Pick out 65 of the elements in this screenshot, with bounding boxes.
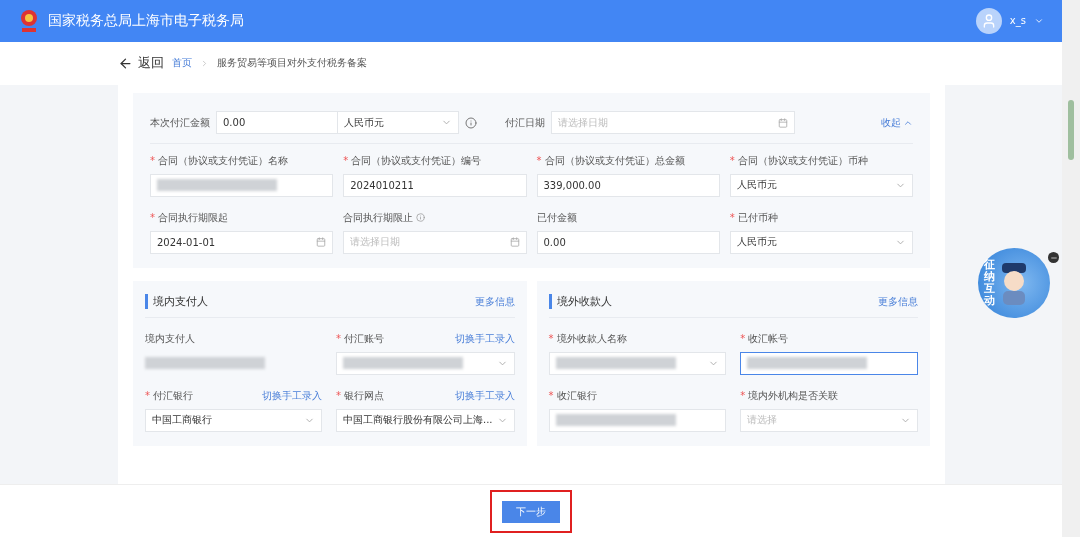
amount-label: 本次付汇金额 — [150, 115, 210, 130]
field-label: 境内支付人 — [145, 331, 195, 346]
section-title: 境内支付人 — [145, 294, 208, 310]
field-label: * 境内外机构是否关联 — [740, 388, 839, 403]
avatar[interactable] — [975, 7, 1002, 34]
field-label: * 合同（协议或支付凭证）总金额 — [536, 153, 685, 168]
calendar-icon — [509, 237, 520, 248]
field-label: * 银行网点 — [335, 388, 384, 403]
manual-entry-link[interactable]: 切换手工录入 — [454, 331, 515, 346]
chevron-right-icon — [200, 58, 209, 68]
select-field[interactable]: 人民币元 — [729, 230, 913, 254]
manual-entry-link[interactable]: 切换手工录入 — [261, 388, 322, 403]
field-label: * 境外收款人名称 — [548, 331, 627, 346]
next-button[interactable]: 下一步 — [502, 500, 560, 523]
back-button[interactable]: 返回 — [118, 54, 164, 73]
info-icon — [465, 116, 477, 129]
input-field[interactable]: 0.00 — [536, 230, 720, 254]
field-value: 人民币元 — [736, 178, 778, 193]
field-value: 0.00 — [543, 236, 567, 248]
breadcrumb-item: 服务贸易等项目对外支付税务备案 — [217, 56, 367, 71]
scroll-thumb[interactable] — [1068, 100, 1074, 160]
manual-entry-link[interactable]: 切换手工录入 — [454, 388, 515, 403]
field-value: 中国工商银行股份有限公司上海... — [342, 413, 493, 428]
section-title: 境外收款人 — [548, 294, 612, 310]
more-info-link[interactable]: 更多信息 — [878, 294, 918, 309]
input-field[interactable]: 339,000.00 — [536, 173, 720, 197]
field-label: * 合同执行期限起 — [150, 210, 228, 225]
field-label: * 合同（协议或支付凭证）币种 — [729, 153, 868, 168]
more-info-link[interactable]: 更多信息 — [474, 294, 515, 309]
select-field[interactable] — [548, 351, 727, 375]
input-field[interactable] — [740, 351, 918, 375]
field-value: 中国工商银行 — [152, 413, 213, 428]
field-label: * 已付币种 — [729, 210, 778, 225]
field-label: * 收汇银行 — [548, 388, 597, 403]
site-title: 国家税务总局上海市电子税务局 — [48, 11, 245, 30]
select-field[interactable]: 中国工商银行股份有限公司上海... — [335, 408, 515, 432]
select-field[interactable]: 中国工商银行 — [145, 408, 322, 432]
date-field[interactable]: 2024-01-01 — [150, 230, 334, 254]
assistant-label: 征纳互动 — [984, 258, 995, 308]
field-label: * 合同（协议或支付凭证）名称 — [150, 153, 288, 168]
field-label: * 付汇银行 — [145, 388, 193, 403]
breadcrumb-item[interactable]: 首页 — [172, 56, 192, 71]
close-icon[interactable] — [1048, 252, 1059, 263]
amount-field[interactable]: 0.00 — [216, 111, 338, 135]
field-value: 2024010211 — [350, 179, 415, 191]
field-label: 已付金额 — [536, 210, 577, 225]
calendar-icon — [316, 237, 327, 248]
field-value: 2024-01-01 — [157, 236, 217, 248]
user-name[interactable]: x_s — [1009, 15, 1026, 27]
collapse-link[interactable]: 收起 — [881, 115, 913, 130]
field-label: * 付汇账号 — [335, 331, 384, 346]
scrollbar[interactable] — [1062, 0, 1080, 537]
field-value: 339,000.00 — [543, 179, 602, 191]
select-field[interactable] — [335, 351, 515, 375]
placeholder-text: 请选择 — [747, 413, 779, 428]
input-field[interactable]: 2024010211 — [343, 173, 527, 197]
date-label: 付汇日期 — [505, 115, 545, 130]
select-field[interactable]: 人民币元 — [729, 173, 913, 197]
field-value: 人民币元 — [736, 235, 778, 250]
calendar-icon — [778, 117, 788, 128]
currency-select[interactable]: 人民币元 — [337, 111, 459, 135]
field-label: * 收汇帐号 — [740, 331, 789, 346]
emblem-icon — [18, 7, 40, 34]
field-label: 合同执行期限止 — [343, 210, 426, 225]
field-label: * 合同（协议或支付凭证）编号 — [343, 153, 482, 168]
